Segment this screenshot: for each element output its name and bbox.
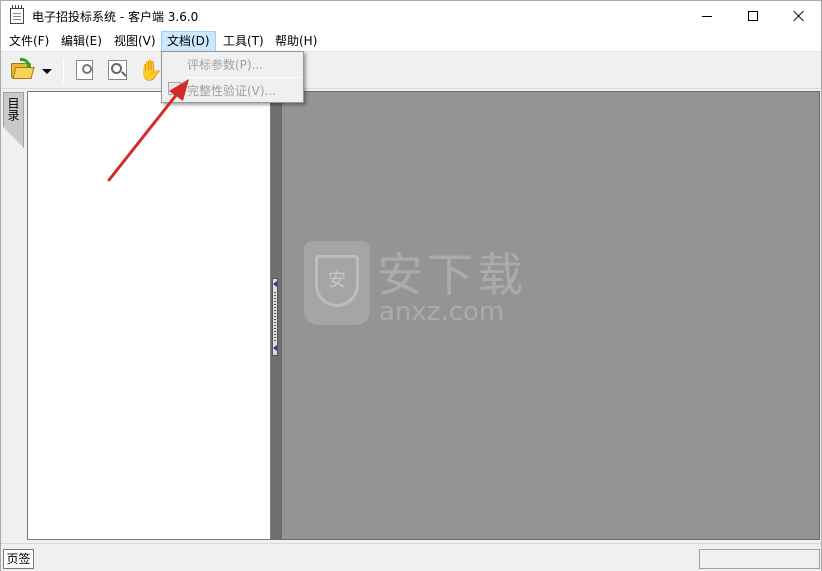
watermark-badge: 安: [315, 255, 359, 307]
dropdown-caret-icon[interactable]: [42, 69, 52, 74]
menu-edit[interactable]: 编辑(E): [61, 31, 102, 52]
menu-bar: 文件(F) 编辑(E) 视图(V) 文档(D) 工具(T) 帮助(H): [1, 31, 821, 52]
watermark-title: 安下载: [377, 248, 527, 302]
menu-document[interactable]: 文档(D): [161, 31, 216, 52]
title-bar: 电子招投标系统 - 客户端 3.6.0: [1, 1, 821, 31]
window-title: 电子招投标系统 - 客户端 3.6.0: [32, 10, 199, 24]
sidebar-tab-label: 目录: [6, 97, 20, 121]
status-bar: 页签: [1, 543, 821, 571]
splitter-grip-handle[interactable]: [272, 278, 278, 356]
menu-help[interactable]: 帮助(H): [275, 31, 317, 52]
menu-view[interactable]: 视图(V): [114, 31, 156, 52]
toolbar-separator: [63, 59, 64, 83]
watermark-shield-icon: 安: [304, 241, 370, 325]
find-page-icon[interactable]: [74, 58, 98, 82]
notepad-app-icon: [10, 5, 24, 24]
watermark-subtitle: anxz.com: [379, 297, 505, 327]
app-window: 电子招投标系统 - 客户端 3.6.0 文件(F) 编辑(E) 视图(V) 文档…: [0, 0, 822, 571]
collapse-arrow-icon[interactable]: [273, 281, 277, 287]
maximize-icon: [748, 11, 758, 21]
close-icon: [793, 10, 805, 22]
menu-separator: [187, 77, 300, 78]
minimize-button[interactable]: [684, 1, 730, 31]
page-tab[interactable]: 页签: [3, 549, 34, 569]
menu-tools[interactable]: 工具(T): [223, 31, 264, 52]
annotation-arrow-icon: [107, 79, 189, 182]
minimize-icon: [702, 15, 712, 17]
maximize-button[interactable]: [730, 1, 776, 31]
close-button[interactable]: [776, 1, 822, 31]
menu-file[interactable]: 文件(F): [9, 31, 49, 52]
status-field: [699, 549, 820, 569]
collapse-arrow-icon[interactable]: [273, 345, 277, 351]
folder-open-icon[interactable]: [10, 58, 35, 82]
